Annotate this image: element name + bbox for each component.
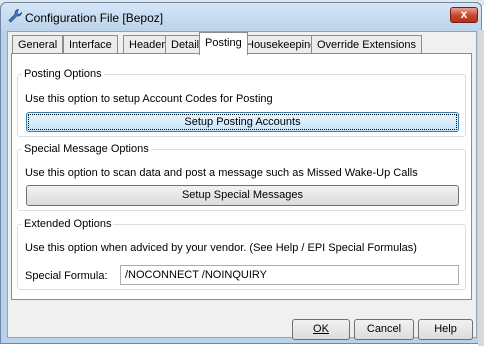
dialog-client-area: General Interface Header Detail Posting …: [7, 31, 477, 340]
background-window-edge: [478, 30, 484, 346]
tab-interface[interactable]: Interface: [63, 35, 118, 54]
tab-housekeeping[interactable]: Housekeeping: [240, 35, 323, 54]
posting-tab-panel: Posting Options Use this option to setup…: [11, 53, 472, 300]
configuration-dialog: Configuration File [Bepoz] x General Int…: [0, 2, 482, 344]
window-title: Configuration File [Bepoz]: [25, 11, 164, 25]
cancel-label: Cancel: [366, 323, 402, 335]
extended-options-description: Use this option when adviced by your ven…: [25, 242, 417, 254]
special-formula-field[interactable]: /NOCONNECT /NOINQUIRY: [120, 265, 459, 285]
tab-general[interactable]: General: [12, 35, 64, 54]
special-message-options-label: Special Message Options: [22, 143, 151, 155]
tab-override-extensions[interactable]: Override Extensions: [311, 35, 423, 54]
tab-posting[interactable]: Posting: [199, 32, 248, 55]
setup-posting-accounts-button[interactable]: Setup Posting Accounts: [26, 112, 459, 132]
title-bar[interactable]: Configuration File [Bepoz] x: [1, 3, 481, 31]
setup-special-messages-button[interactable]: Setup Special Messages: [26, 185, 459, 206]
help-button[interactable]: Help: [418, 319, 473, 340]
extended-options-label: Extended Options: [22, 218, 114, 230]
posting-options-label: Posting Options: [22, 68, 104, 80]
help-label: Help: [434, 323, 457, 335]
special-formula-label: Special Formula:: [25, 270, 108, 282]
ok-label: OK: [313, 323, 329, 335]
ok-button[interactable]: OK: [292, 319, 350, 340]
posting-options-description: Use this option to setup Account Codes f…: [25, 93, 273, 105]
tab-header[interactable]: Header: [123, 35, 172, 54]
cancel-button[interactable]: Cancel: [354, 319, 414, 340]
close-button[interactable]: x: [450, 7, 478, 23]
special-message-options-description: Use this option to scan data and post a …: [25, 167, 418, 179]
wrench-icon: [8, 9, 22, 23]
